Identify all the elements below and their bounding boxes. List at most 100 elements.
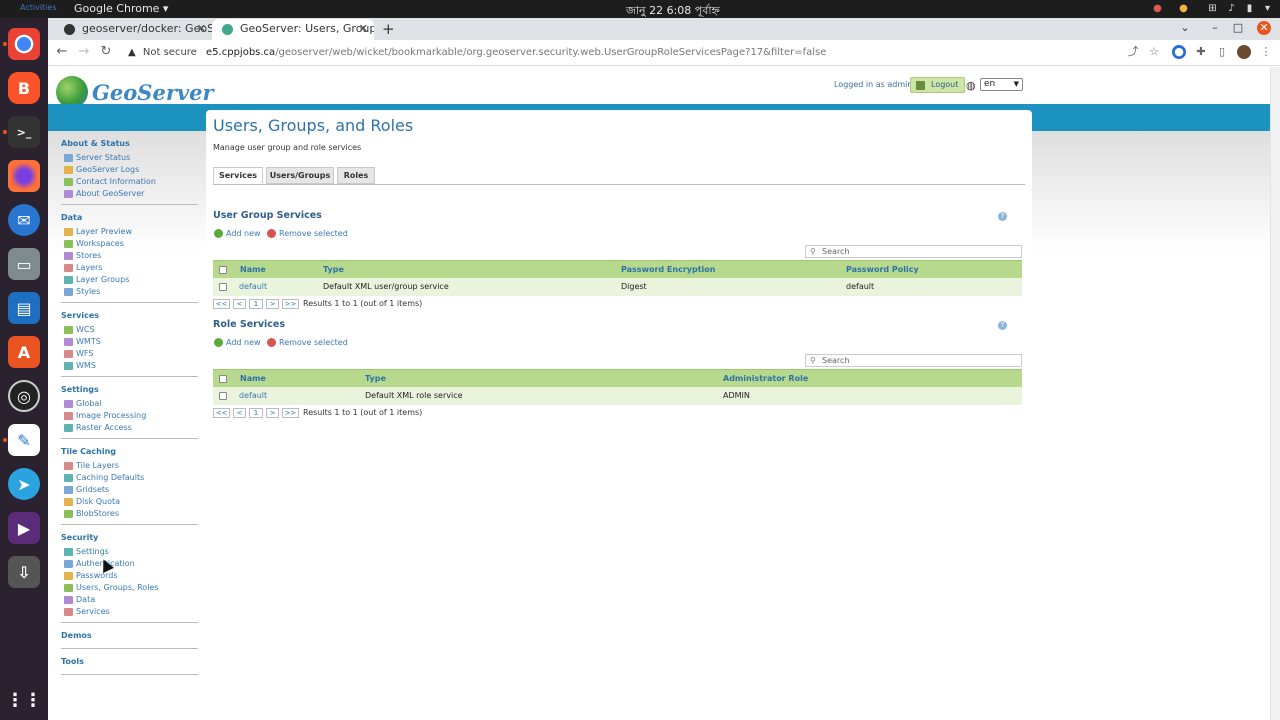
- not-secure-label[interactable]: Not secure: [143, 47, 197, 58]
- sidebar-item[interactable]: Users, Groups, Roles: [61, 582, 198, 594]
- pager-next[interactable]: >: [266, 299, 279, 309]
- pager-page-1[interactable]: 1: [249, 299, 263, 309]
- sidebar-item[interactable]: Contact Information: [61, 176, 198, 188]
- sidebar-item[interactable]: Disk Quota: [61, 496, 198, 508]
- sidebar-item[interactable]: Authentication: [61, 558, 198, 570]
- tab-services[interactable]: Services: [213, 167, 263, 184]
- show-apps-icon[interactable]: ⋮⋮: [6, 684, 42, 716]
- sidebar-item[interactable]: Services: [61, 606, 198, 618]
- power-menu-icon[interactable]: ▾: [1262, 3, 1273, 14]
- role-search-input[interactable]: ⚲ Search: [805, 354, 1022, 367]
- sidebar-item[interactable]: Raster Access: [61, 422, 198, 434]
- role-remove-selected-link[interactable]: Remove selected: [267, 337, 348, 348]
- sidebar-section-title[interactable]: Tools: [61, 655, 198, 670]
- chrome-dock-icon[interactable]: [8, 28, 40, 60]
- close-tab-icon[interactable]: ✕: [197, 22, 206, 35]
- software-dock-icon[interactable]: A: [8, 336, 40, 368]
- browser-tab-github[interactable]: geoserver/docker: GeoSe ✕: [54, 19, 212, 40]
- sidebar-item[interactable]: BlobStores: [61, 508, 198, 520]
- tab-search-icon[interactable]: ⌄: [1178, 21, 1192, 35]
- bookmark-star-icon[interactable]: ☆: [1147, 45, 1161, 59]
- video-dock-icon[interactable]: ▶: [8, 512, 40, 544]
- extensions-puzzle-icon[interactable]: ✚: [1194, 45, 1208, 59]
- sidebar-item[interactable]: Workspaces: [61, 238, 198, 250]
- pager-first[interactable]: <<: [213, 299, 230, 309]
- pager-prev[interactable]: <: [233, 299, 246, 309]
- new-tab-button[interactable]: +: [374, 17, 404, 38]
- row-name-link[interactable]: default: [239, 282, 267, 291]
- forward-icon[interactable]: →: [76, 45, 92, 59]
- sidebar-item[interactable]: About GeoServer: [61, 188, 198, 200]
- side-panel-icon[interactable]: ▯: [1215, 45, 1229, 59]
- sidebar-item[interactable]: Global: [61, 398, 198, 410]
- sidebar-item[interactable]: Layer Groups: [61, 274, 198, 286]
- select-all-checkbox[interactable]: [219, 266, 227, 274]
- brave-dock-icon[interactable]: B: [8, 72, 40, 104]
- app-menu[interactable]: Google Chrome ▾: [74, 2, 168, 15]
- col-type[interactable]: Type: [323, 265, 344, 274]
- extension-icon[interactable]: ●: [1172, 45, 1186, 59]
- col-administrator-role[interactable]: Administrator Role: [723, 374, 808, 383]
- battery-icon[interactable]: ▮: [1244, 3, 1255, 14]
- obs-dock-icon[interactable]: ◎: [8, 380, 40, 412]
- pager-last[interactable]: >>: [282, 408, 299, 418]
- role-add-new-link[interactable]: Add new: [214, 337, 261, 348]
- pager-last[interactable]: >>: [282, 299, 299, 309]
- sidebar-item[interactable]: Passwords: [61, 570, 198, 582]
- sidebar-item[interactable]: Caching Defaults: [61, 472, 198, 484]
- sidebar-item[interactable]: Gridsets: [61, 484, 198, 496]
- activities-button[interactable]: Activities: [8, 2, 57, 13]
- close-tab-icon[interactable]: ✕: [359, 22, 368, 35]
- warning-icon[interactable]: ▲: [128, 47, 136, 58]
- sidebar-item[interactable]: GeoServer Logs: [61, 164, 198, 176]
- logout-button[interactable]: Logout: [910, 77, 966, 93]
- row-name-link[interactable]: default: [239, 391, 267, 400]
- pager-prev[interactable]: <: [233, 408, 246, 418]
- col-type[interactable]: Type: [365, 374, 386, 383]
- chrome-menu-icon[interactable]: ⋮: [1259, 45, 1273, 59]
- row-checkbox[interactable]: [219, 392, 227, 400]
- text-editor-dock-icon[interactable]: ✎: [8, 424, 40, 456]
- address-bar[interactable]: ▲ Not secure e5.cppjobs.ca/geoserver/web…: [120, 43, 1120, 63]
- page-scrollbar[interactable]: [1270, 67, 1280, 720]
- sidebar-item[interactable]: WCS: [61, 324, 198, 336]
- select-all-checkbox[interactable]: [219, 375, 227, 383]
- help-icon[interactable]: ?: [998, 212, 1007, 221]
- browser-tab-geoserver[interactable]: GeoServer: Users, Groups ✕: [212, 19, 374, 40]
- sidebar-item[interactable]: Settings: [61, 546, 198, 558]
- pager-next[interactable]: >: [266, 408, 279, 418]
- help-icon[interactable]: ?: [998, 321, 1007, 330]
- ug-add-new-link[interactable]: Add new: [214, 228, 261, 239]
- col-password-encryption[interactable]: Password Encryption: [621, 265, 715, 274]
- share-icon[interactable]: ⤴: [1126, 45, 1140, 59]
- close-window-icon[interactable]: ✕: [1257, 21, 1271, 35]
- terminal-dock-icon[interactable]: >_: [8, 116, 40, 148]
- sidebar-item[interactable]: Server Status: [61, 152, 198, 164]
- usb-dock-icon[interactable]: ⇩: [8, 556, 40, 588]
- pager-first[interactable]: <<: [213, 408, 230, 418]
- reload-icon[interactable]: ↻: [98, 45, 114, 59]
- language-select[interactable]: en ▼: [980, 78, 1023, 91]
- col-password-policy[interactable]: Password Policy: [846, 265, 919, 274]
- back-icon[interactable]: ←: [54, 45, 70, 59]
- sidebar-item[interactable]: Image Processing: [61, 410, 198, 422]
- row-checkbox[interactable]: [219, 283, 227, 291]
- sidebar-item[interactable]: Data: [61, 594, 198, 606]
- col-name[interactable]: Name: [240, 265, 266, 274]
- minimize-icon[interactable]: –: [1208, 21, 1222, 35]
- pager-page-1[interactable]: 1: [249, 408, 263, 418]
- telegram-dock-icon[interactable]: ➤: [8, 468, 40, 500]
- sidebar-item[interactable]: Layers: [61, 262, 198, 274]
- sidebar-item[interactable]: Styles: [61, 286, 198, 298]
- sidebar-item[interactable]: Layer Preview: [61, 226, 198, 238]
- sidebar-section-title[interactable]: Demos: [61, 629, 198, 644]
- sidebar-item[interactable]: WMTS: [61, 336, 198, 348]
- volume-icon[interactable]: ♪: [1226, 3, 1237, 14]
- sidebar-item[interactable]: WMS: [61, 360, 198, 372]
- col-name[interactable]: Name: [240, 374, 266, 383]
- network-icon[interactable]: ⊞: [1207, 3, 1218, 14]
- profile-avatar[interactable]: [1237, 45, 1251, 59]
- writer-dock-icon[interactable]: ▤: [8, 292, 40, 324]
- ug-search-input[interactable]: ⚲ Search: [805, 245, 1022, 258]
- sidebar-item[interactable]: WFS: [61, 348, 198, 360]
